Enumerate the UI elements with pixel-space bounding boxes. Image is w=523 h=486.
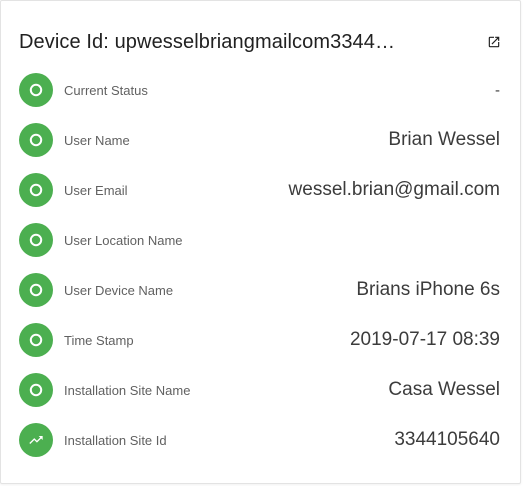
status-badge bbox=[19, 273, 53, 307]
list-item-user-location-name: User Location Name bbox=[19, 215, 500, 265]
row-value: - bbox=[495, 81, 500, 99]
attribute-list: Current Status - User Name Brian Wessel … bbox=[19, 65, 500, 465]
row-label: User Location Name bbox=[64, 232, 183, 248]
trending-up-icon bbox=[29, 436, 43, 444]
row-label: User Device Name bbox=[64, 282, 174, 298]
row-label: User Name bbox=[64, 132, 130, 148]
row-value: Brians iPhone 6s bbox=[356, 279, 500, 300]
status-badge bbox=[19, 73, 53, 107]
circle-icon bbox=[29, 233, 43, 247]
status-badge bbox=[19, 323, 53, 357]
row-label: Installation Site Name bbox=[64, 382, 191, 398]
status-badge bbox=[19, 223, 53, 257]
circle-icon bbox=[29, 133, 43, 147]
card-header: Device Id: upwesselbriangmailcom33441056… bbox=[19, 28, 502, 56]
circle-icon bbox=[29, 183, 43, 197]
row-value: Casa Wessel bbox=[388, 379, 500, 400]
list-item-current-status: Current Status - bbox=[19, 65, 500, 115]
list-item-installation-site-id: Installation Site Id 3344105640 bbox=[19, 415, 500, 465]
status-badge bbox=[19, 123, 53, 157]
circle-icon bbox=[29, 333, 43, 347]
status-badge bbox=[19, 173, 53, 207]
row-label: User Email bbox=[64, 182, 128, 198]
row-label: Current Status bbox=[64, 82, 148, 98]
open-in-new-icon bbox=[488, 36, 500, 48]
open-in-new-button[interactable] bbox=[482, 30, 506, 54]
circle-icon bbox=[29, 283, 43, 297]
device-card: Device Id: upwesselbriangmailcom33441056… bbox=[0, 0, 521, 484]
row-value: Brian Wessel bbox=[388, 129, 500, 150]
row-label: Time Stamp bbox=[64, 332, 134, 348]
status-badge bbox=[19, 423, 53, 457]
card-title: Device Id: upwesselbriangmailcom33441056… bbox=[19, 30, 399, 53]
circle-icon bbox=[29, 383, 43, 397]
list-item-user-email: User Email wessel.brian@gmail.com bbox=[19, 165, 500, 215]
row-value: 3344105640 bbox=[394, 429, 500, 450]
list-item-user-name: User Name Brian Wessel bbox=[19, 115, 500, 165]
status-badge bbox=[19, 373, 53, 407]
row-value: wessel.brian@gmail.com bbox=[288, 179, 500, 200]
list-item-installation-site-name: Installation Site Name Casa Wessel bbox=[19, 365, 500, 415]
row-label: Installation Site Id bbox=[64, 432, 167, 448]
circle-icon bbox=[29, 83, 43, 97]
row-value: 2019-07-17 08:39 bbox=[349, 329, 500, 350]
list-item-user-device-name: User Device Name Brians iPhone 6s bbox=[19, 265, 500, 315]
list-item-time-stamp: Time Stamp 2019-07-17 08:39 bbox=[19, 315, 500, 365]
